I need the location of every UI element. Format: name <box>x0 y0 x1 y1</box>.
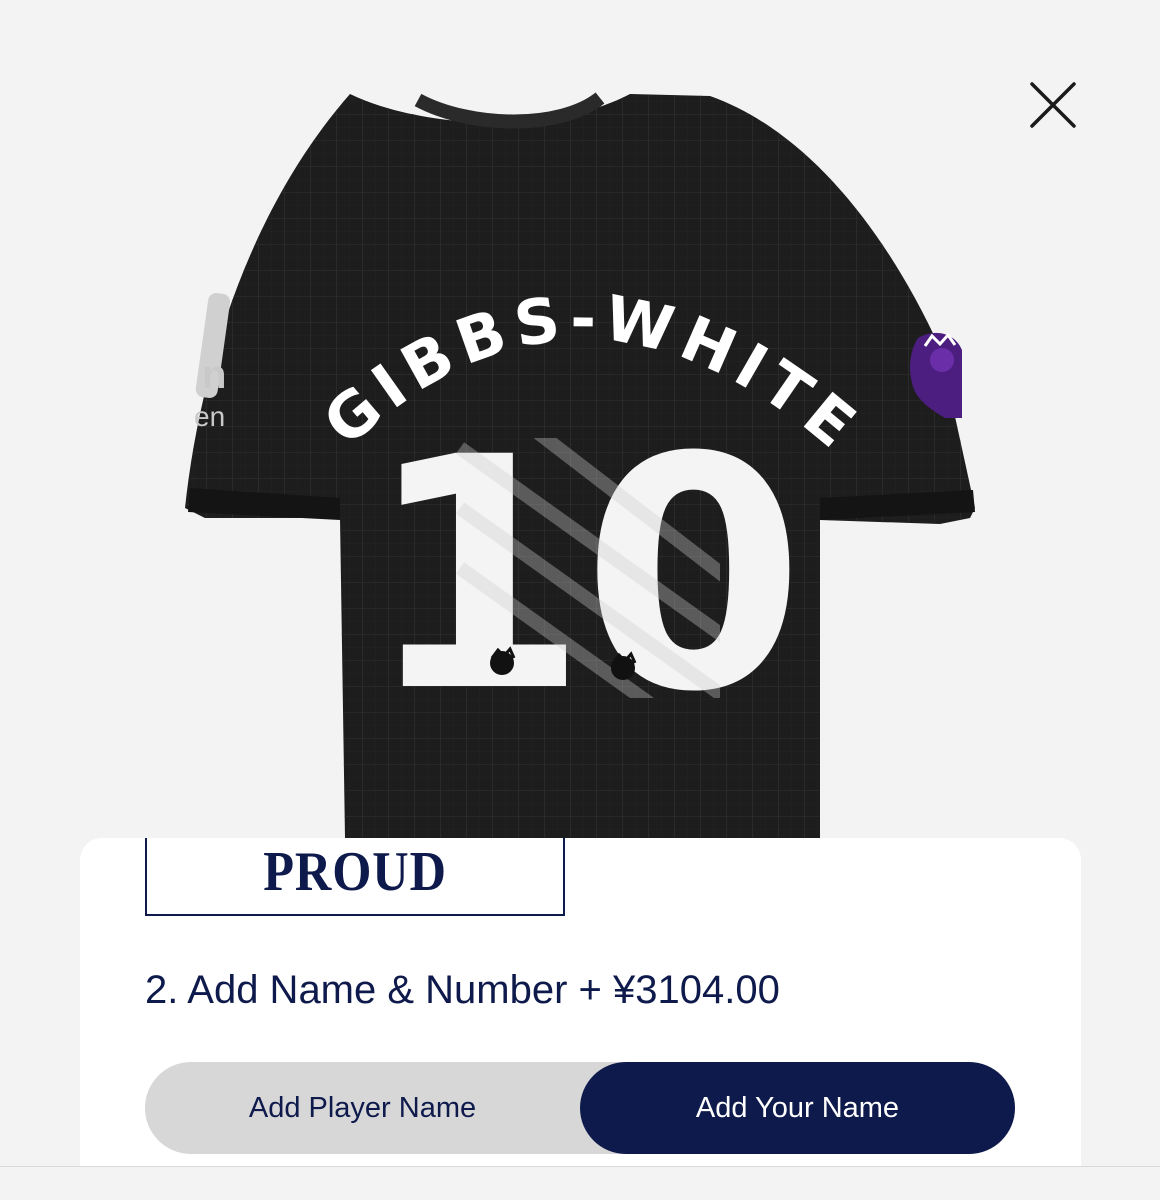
player-number: 10 <box>365 390 798 762</box>
close-icon <box>1030 82 1076 128</box>
name-source-toggle: Add Player Name Add Your Name <box>145 1062 1015 1154</box>
sponsor-text: n <box>202 353 226 397</box>
player-number-graphic: 10 <box>365 390 804 762</box>
add-player-name-button[interactable]: Add Player Name <box>145 1062 580 1154</box>
sponsor-text-small: en <box>194 401 225 432</box>
patch-option-card[interactable]: PROUD <box>145 838 565 916</box>
close-button[interactable] <box>1020 72 1086 138</box>
shirt-preview: n en GIBBS-WHITE 10 <box>180 88 980 838</box>
patch-option-label: PROUD <box>263 841 447 903</box>
step-title: 2. Add Name & Number + ¥3104.00 <box>145 968 780 1012</box>
bottom-strip <box>0 1166 1160 1200</box>
add-your-name-button[interactable]: Add Your Name <box>580 1062 1015 1154</box>
customize-panel: PROUD 2. Add Name & Number + ¥3104.00 Ad… <box>80 838 1081 1178</box>
